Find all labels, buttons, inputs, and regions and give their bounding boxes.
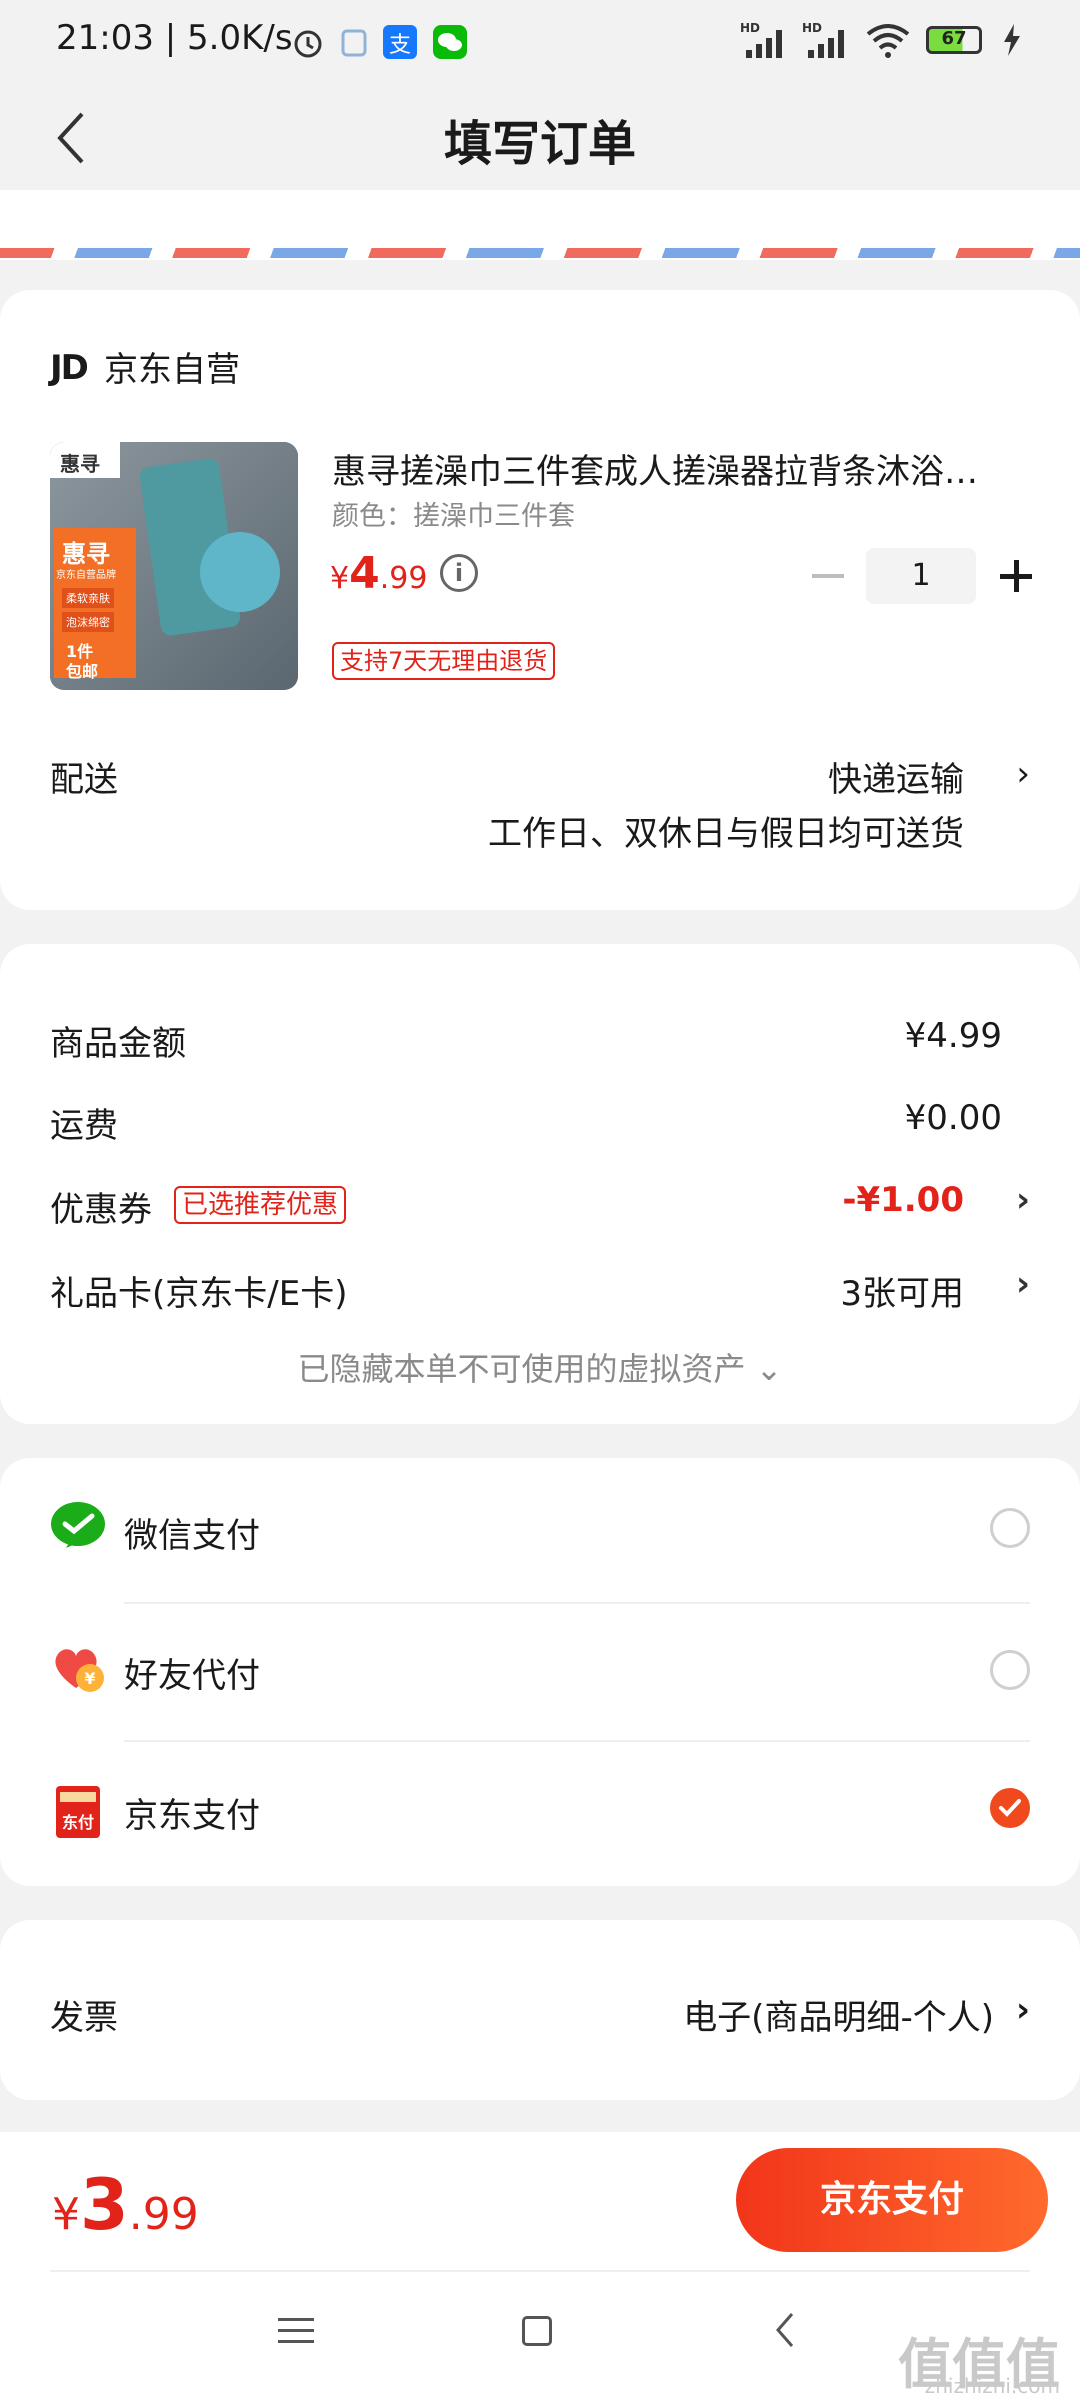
signal-hd-icon: HD [740, 21, 782, 58]
goods-amount-value: ¥4.99 [904, 1016, 1002, 1056]
battery-level: 67 [941, 28, 967, 49]
giftcard-label[interactable]: 礼品卡(京东卡/E卡) [50, 1266, 347, 1315]
delivery-method[interactable]: 快递运输 [828, 752, 964, 801]
price-integer: 4 [349, 548, 380, 599]
signal-hd-icon: HD [802, 21, 844, 58]
svg-text:东付: 东付 [62, 1813, 94, 1832]
menu-icon[interactable] [278, 2316, 314, 2346]
status-notification-icons: 支 [290, 24, 490, 64]
radio-unselected[interactable] [990, 1650, 1030, 1690]
svg-text:HD: HD [740, 21, 760, 35]
radio-selected[interactable] [990, 1788, 1030, 1828]
payment-option-jd[interactable]: 东付 京东支付 [0, 1742, 1080, 1882]
wechat-pay-icon [51, 1502, 105, 1548]
radio-unselected[interactable] [990, 1508, 1030, 1548]
battery-icon: 67 [926, 26, 982, 54]
coupon-label[interactable]: 优惠券 [50, 1182, 152, 1231]
invoice-label: 发票 [50, 1998, 118, 2038]
payment-option-wechat[interactable]: 微信支付 [0, 1458, 1080, 1594]
shipping-label: 运费 [50, 1106, 118, 1146]
coupon-badge: 已选推荐优惠 [174, 1186, 347, 1224]
jd-logo-icon: JD [50, 348, 89, 388]
delivery-note: 工作日、双休日与假日均可送货 [488, 814, 964, 854]
return-policy-badge: 支持7天无理由退货 [332, 642, 556, 680]
page-title: 填写订单 [443, 116, 636, 172]
total-symbol: ¥ [52, 2189, 80, 2240]
total-price: ¥3.99 [52, 2164, 199, 2246]
alarm-icon [294, 30, 322, 58]
info-icon[interactable]: i [440, 554, 478, 592]
product-image-line1: 惠寻 [62, 540, 110, 568]
total-decimal: .99 [128, 2189, 199, 2240]
address-envelope-stripe [0, 190, 1080, 260]
watermark-url: zhizhizhi.com [924, 2374, 1060, 2398]
chevron-right-icon[interactable]: › [1016, 754, 1030, 794]
svg-text:HD: HD [802, 21, 822, 35]
delivery-label: 配送 [50, 760, 118, 800]
product-image-line3: 柔软亲肤 [62, 588, 114, 608]
chevron-right-icon[interactable]: › [1016, 1264, 1030, 1304]
total-integer: 3 [80, 2164, 129, 2246]
chevron-right-icon[interactable]: › [1016, 1180, 1030, 1220]
price-symbol: ¥ [330, 561, 350, 596]
status-time: 21:03 | 5.0K/s [56, 18, 293, 58]
coupon-value[interactable]: -¥1.00 [842, 1180, 964, 1220]
alipay-icon: 支 [383, 25, 417, 59]
home-icon[interactable] [522, 2316, 552, 2346]
pay-button[interactable]: 京东支付 [736, 2148, 1048, 2252]
payment-option-label: 好友代付 [124, 1656, 260, 1696]
status-system-icons: HD HD 67 [740, 20, 1040, 64]
friend-pay-icon: ¥ [55, 1649, 104, 1692]
chevron-right-icon[interactable]: › [1016, 1990, 1030, 2030]
product-title[interactable]: 惠寻搓澡巾三件套成人搓澡器拉背条沐浴… [332, 444, 1022, 493]
divider [50, 2270, 1030, 2272]
payment-option-friend[interactable]: ¥ 好友代付 [0, 1604, 1080, 1740]
nav-back-icon[interactable] [770, 2310, 800, 2350]
product-price: ¥4.99 [330, 548, 427, 599]
app-icon [341, 29, 367, 57]
wechat-icon [433, 25, 467, 59]
giftcard-value[interactable]: 3张可用 [840, 1266, 964, 1315]
invoice-value[interactable]: 电子(商品明细-个人) [683, 1990, 994, 2039]
shipping-value: ¥0.00 [904, 1098, 1002, 1138]
svg-text:支: 支 [389, 33, 411, 58]
product-image-brand: 惠寻 [60, 452, 100, 476]
charging-icon [1004, 24, 1020, 56]
price-decimal: .99 [379, 561, 428, 596]
product-image-line6: 包邮 [66, 662, 99, 681]
product-image-line4: 泡沫绵密 [62, 612, 114, 632]
product-image[interactable]: 惠寻 惠寻 京东自营品牌 柔软亲肤 泡沫绵密 1件 包邮 [50, 442, 298, 690]
shop-name[interactable]: 京东自营 [104, 342, 240, 391]
product-color: 颜色：搓澡巾三件套 [332, 501, 575, 532]
goods-amount-label: 商品金额 [50, 1024, 186, 1064]
jd-pay-icon: 东付 [56, 1786, 100, 1838]
wifi-icon [866, 24, 910, 58]
hidden-assets-toggle[interactable]: 已隐藏本单不可使用的虚拟资产 ⌄ [0, 1344, 1080, 1390]
payment-option-label: 微信支付 [124, 1516, 260, 1556]
quantity-minus-button[interactable] [812, 574, 844, 578]
checkmark-icon [999, 1799, 1021, 1817]
quantity-input[interactable]: 1 [866, 548, 976, 604]
quantity-plus-button[interactable] [996, 556, 1036, 596]
product-image-line2: 京东自营品牌 [56, 570, 116, 581]
svg-text:¥: ¥ [84, 1669, 95, 1688]
payment-option-label: 京东支付 [124, 1796, 260, 1836]
